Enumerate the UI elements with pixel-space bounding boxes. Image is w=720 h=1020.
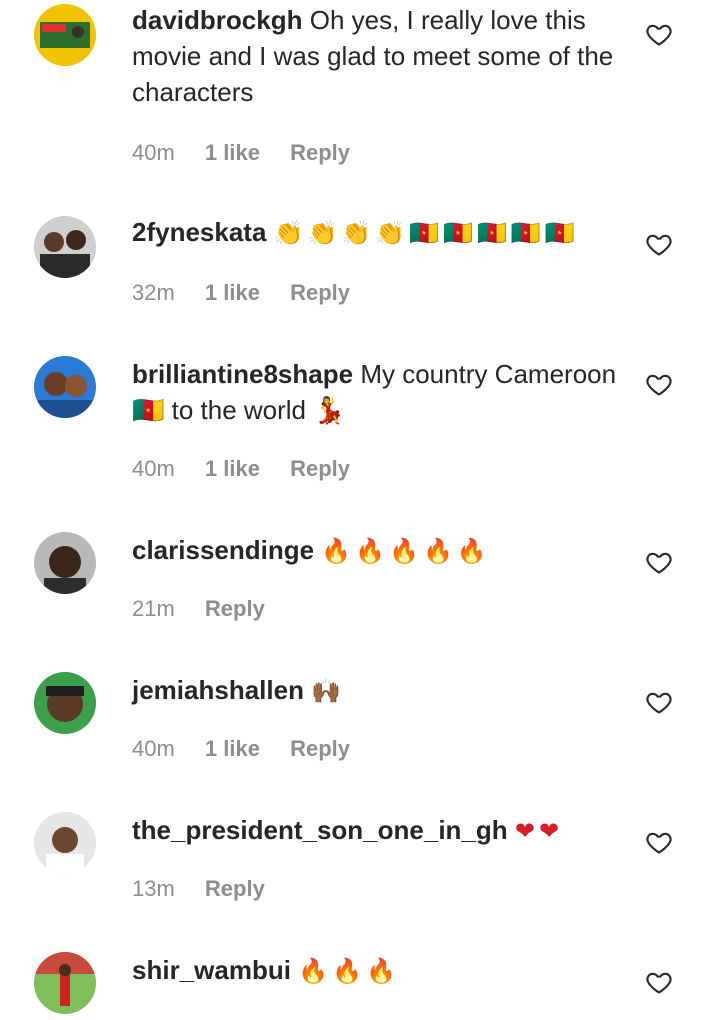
reply-button[interactable]: Reply <box>290 736 350 761</box>
comment-username[interactable]: 2fyneskata <box>132 217 266 247</box>
comment-body: davidbrockgh Oh yes, I really love this … <box>132 2 622 110</box>
comment-time: 13m <box>132 876 175 901</box>
comment-item: clarissendinge 🔥🔥🔥🔥🔥 21m Reply <box>0 510 720 650</box>
heart-outline-icon[interactable] <box>645 230 673 258</box>
comment-time: 21m <box>132 596 175 621</box>
reply-button[interactable]: Reply <box>290 280 350 305</box>
comment-body: brilliantine8shape My country Cameroon 🇨… <box>132 356 622 428</box>
comment-username[interactable]: brilliantine8shape <box>132 359 353 389</box>
comment-emoji: 🔥🔥🔥 <box>298 957 400 985</box>
comment-likes[interactable]: 1 like <box>205 280 260 305</box>
comment-likes[interactable]: 1 like <box>205 140 260 165</box>
comment-item: jemiahshallen 🙌🏾 40m 1 like Reply <box>0 650 720 790</box>
comment-body: clarissendinge 🔥🔥🔥🔥🔥 <box>132 532 622 569</box>
heart-outline-icon[interactable] <box>645 968 673 996</box>
comment-body: jemiahshallen 🙌🏾 <box>132 672 622 709</box>
comment-username[interactable]: shir_wambui <box>132 955 291 985</box>
avatar[interactable] <box>34 672 96 734</box>
reply-button[interactable]: Reply <box>205 596 265 621</box>
heart-outline-icon[interactable] <box>645 828 673 856</box>
comment-username[interactable]: the_president_son_one_in_gh <box>132 815 508 845</box>
avatar[interactable] <box>34 812 96 874</box>
comment-meta: 21m Reply <box>132 594 289 624</box>
comment-meta: 40m 1 like Reply <box>132 138 374 168</box>
comment-meta: 40m 1 like Reply <box>132 454 374 484</box>
reply-button[interactable]: Reply <box>205 876 265 901</box>
comment-likes[interactable]: 1 like <box>205 736 260 761</box>
avatar[interactable] <box>34 532 96 594</box>
heart-outline-icon[interactable] <box>645 370 673 398</box>
heart-outline-icon[interactable] <box>645 548 673 576</box>
comment-time: 40m <box>132 456 175 481</box>
comment-item: shir_wambui 🔥🔥🔥 <box>0 930 720 1020</box>
comment-time: 40m <box>132 736 175 761</box>
comment-meta: 40m 1 like Reply <box>132 734 374 764</box>
comment-item: davidbrockgh Oh yes, I really love this … <box>0 0 720 190</box>
comment-time: 40m <box>132 140 175 165</box>
comment-item: brilliantine8shape My country Cameroon 🇨… <box>0 330 720 510</box>
heart-outline-icon[interactable] <box>645 20 673 48</box>
comment-item: the_president_son_one_in_gh ❤❤ 13m Reply <box>0 790 720 930</box>
heart-outline-icon[interactable] <box>645 688 673 716</box>
avatar[interactable] <box>34 4 96 66</box>
comment-emoji: 👏👏👏👏🇨🇲🇨🇲🇨🇲🇨🇲🇨🇲 <box>273 219 579 247</box>
comment-time: 32m <box>132 280 175 305</box>
avatar[interactable] <box>34 216 96 278</box>
comment-body: the_president_son_one_in_gh ❤❤ <box>132 812 622 849</box>
comment-emoji: 🔥🔥🔥🔥🔥 <box>321 537 491 565</box>
comment-username[interactable]: clarissendinge <box>132 535 314 565</box>
comment-meta: 13m Reply <box>132 874 289 904</box>
comment-item: 2fyneskata 👏👏👏👏🇨🇲🇨🇲🇨🇲🇨🇲🇨🇲 32m 1 like Rep… <box>0 190 720 330</box>
comment-meta: 32m 1 like Reply <box>132 278 374 308</box>
avatar[interactable] <box>34 356 96 418</box>
comment-emoji: ❤❤ <box>514 817 564 845</box>
comment-emoji: 🙌🏾 <box>311 677 346 705</box>
comment-likes[interactable]: 1 like <box>205 456 260 481</box>
comment-body: shir_wambui 🔥🔥🔥 <box>132 952 622 989</box>
reply-button[interactable]: Reply <box>290 456 350 481</box>
avatar[interactable] <box>34 952 96 1014</box>
comment-username[interactable]: davidbrockgh <box>132 5 302 35</box>
reply-button[interactable]: Reply <box>290 140 350 165</box>
comment-body: 2fyneskata 👏👏👏👏🇨🇲🇨🇲🇨🇲🇨🇲🇨🇲 <box>132 214 622 251</box>
comment-username[interactable]: jemiahshallen <box>132 675 304 705</box>
